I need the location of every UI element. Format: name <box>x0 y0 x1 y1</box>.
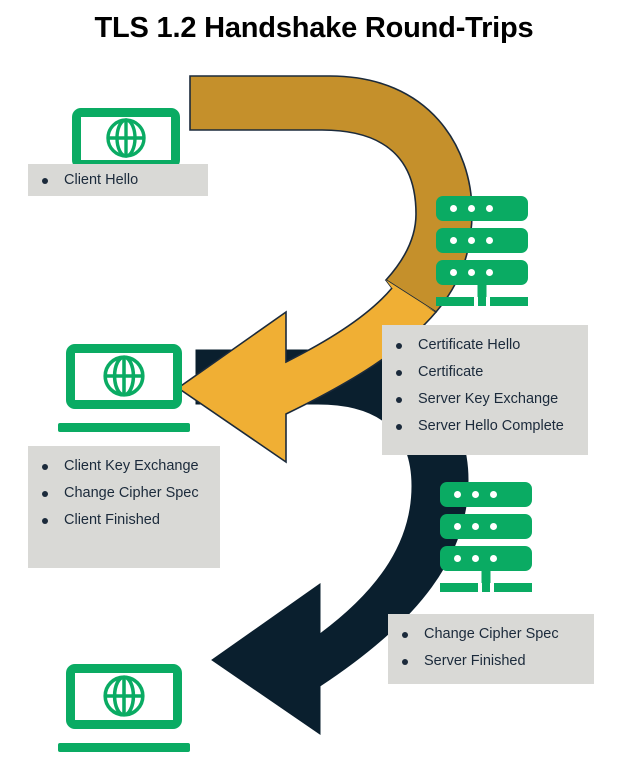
message-box-server-hello: Certificate Hello Certificate Server Key… <box>382 325 588 455</box>
list-item: Server Hello Complete <box>382 413 588 440</box>
message-list: Certificate Hello Certificate Server Key… <box>382 332 588 440</box>
server-led <box>490 491 497 498</box>
server-led <box>472 555 479 562</box>
server-led <box>468 205 475 212</box>
message-list: Client Hello <box>28 167 208 194</box>
server-led <box>454 491 461 498</box>
server-led <box>486 205 493 212</box>
server-led <box>472 523 479 530</box>
laptop-base <box>57 423 191 432</box>
server-unit <box>440 514 532 539</box>
list-item: Client Hello <box>28 167 208 194</box>
server-led <box>472 491 479 498</box>
globe-icon <box>106 117 146 158</box>
server-unit <box>436 196 528 221</box>
list-item: Client Key Exchange <box>28 453 220 480</box>
server-foot-right <box>494 583 532 592</box>
message-box-server-finished: Change Cipher Spec Server Finished <box>388 614 594 684</box>
server-stem <box>477 285 487 297</box>
diagram-canvas: TLS 1.2 Handshake Round-Trips Client Hel… <box>0 0 628 768</box>
laptop-base <box>57 743 191 752</box>
globe-icon <box>103 675 145 717</box>
server-led <box>454 555 461 562</box>
server-led <box>490 523 497 530</box>
server-rack-icon-bottom <box>440 482 532 592</box>
server-foot-left <box>436 297 474 306</box>
server-led <box>486 269 493 276</box>
list-item: Change Cipher Spec <box>28 480 220 507</box>
server-led <box>450 269 457 276</box>
server-led <box>454 523 461 530</box>
list-item: Certificate Hello <box>382 332 588 359</box>
laptop-globe-icon-client-middle <box>57 344 191 432</box>
laptop-notch <box>110 739 138 743</box>
message-list: Change Cipher Spec Server Finished <box>388 621 594 675</box>
server-unit <box>436 260 528 285</box>
message-box-client-key-exchange: Client Key Exchange Change Cipher Spec C… <box>28 446 220 568</box>
list-item: Server Finished <box>388 648 594 675</box>
server-unit <box>436 228 528 253</box>
server-led <box>490 555 497 562</box>
list-item: Server Key Exchange <box>382 386 588 413</box>
server-led <box>450 237 457 244</box>
message-box-client-hello: Client Hello <box>28 164 208 196</box>
list-item: Change Cipher Spec <box>388 621 594 648</box>
server-stem <box>481 571 491 583</box>
list-item: Client Finished <box>28 507 220 534</box>
message-list: Client Key Exchange Change Cipher Spec C… <box>28 453 220 534</box>
server-unit <box>440 482 532 507</box>
server-rack-icon-top <box>436 196 528 306</box>
server-led <box>468 237 475 244</box>
server-led <box>450 205 457 212</box>
laptop-globe-icon-client-bottom <box>57 664 191 752</box>
server-foot-center <box>482 583 490 592</box>
globe-icon <box>103 355 145 397</box>
server-foot-center <box>478 297 486 306</box>
list-item: Certificate <box>382 359 588 386</box>
server-led <box>486 237 493 244</box>
server-foot-right <box>490 297 528 306</box>
server-led <box>468 269 475 276</box>
server-unit <box>440 546 532 571</box>
server-foot-left <box>440 583 478 592</box>
laptop-notch <box>110 419 138 423</box>
